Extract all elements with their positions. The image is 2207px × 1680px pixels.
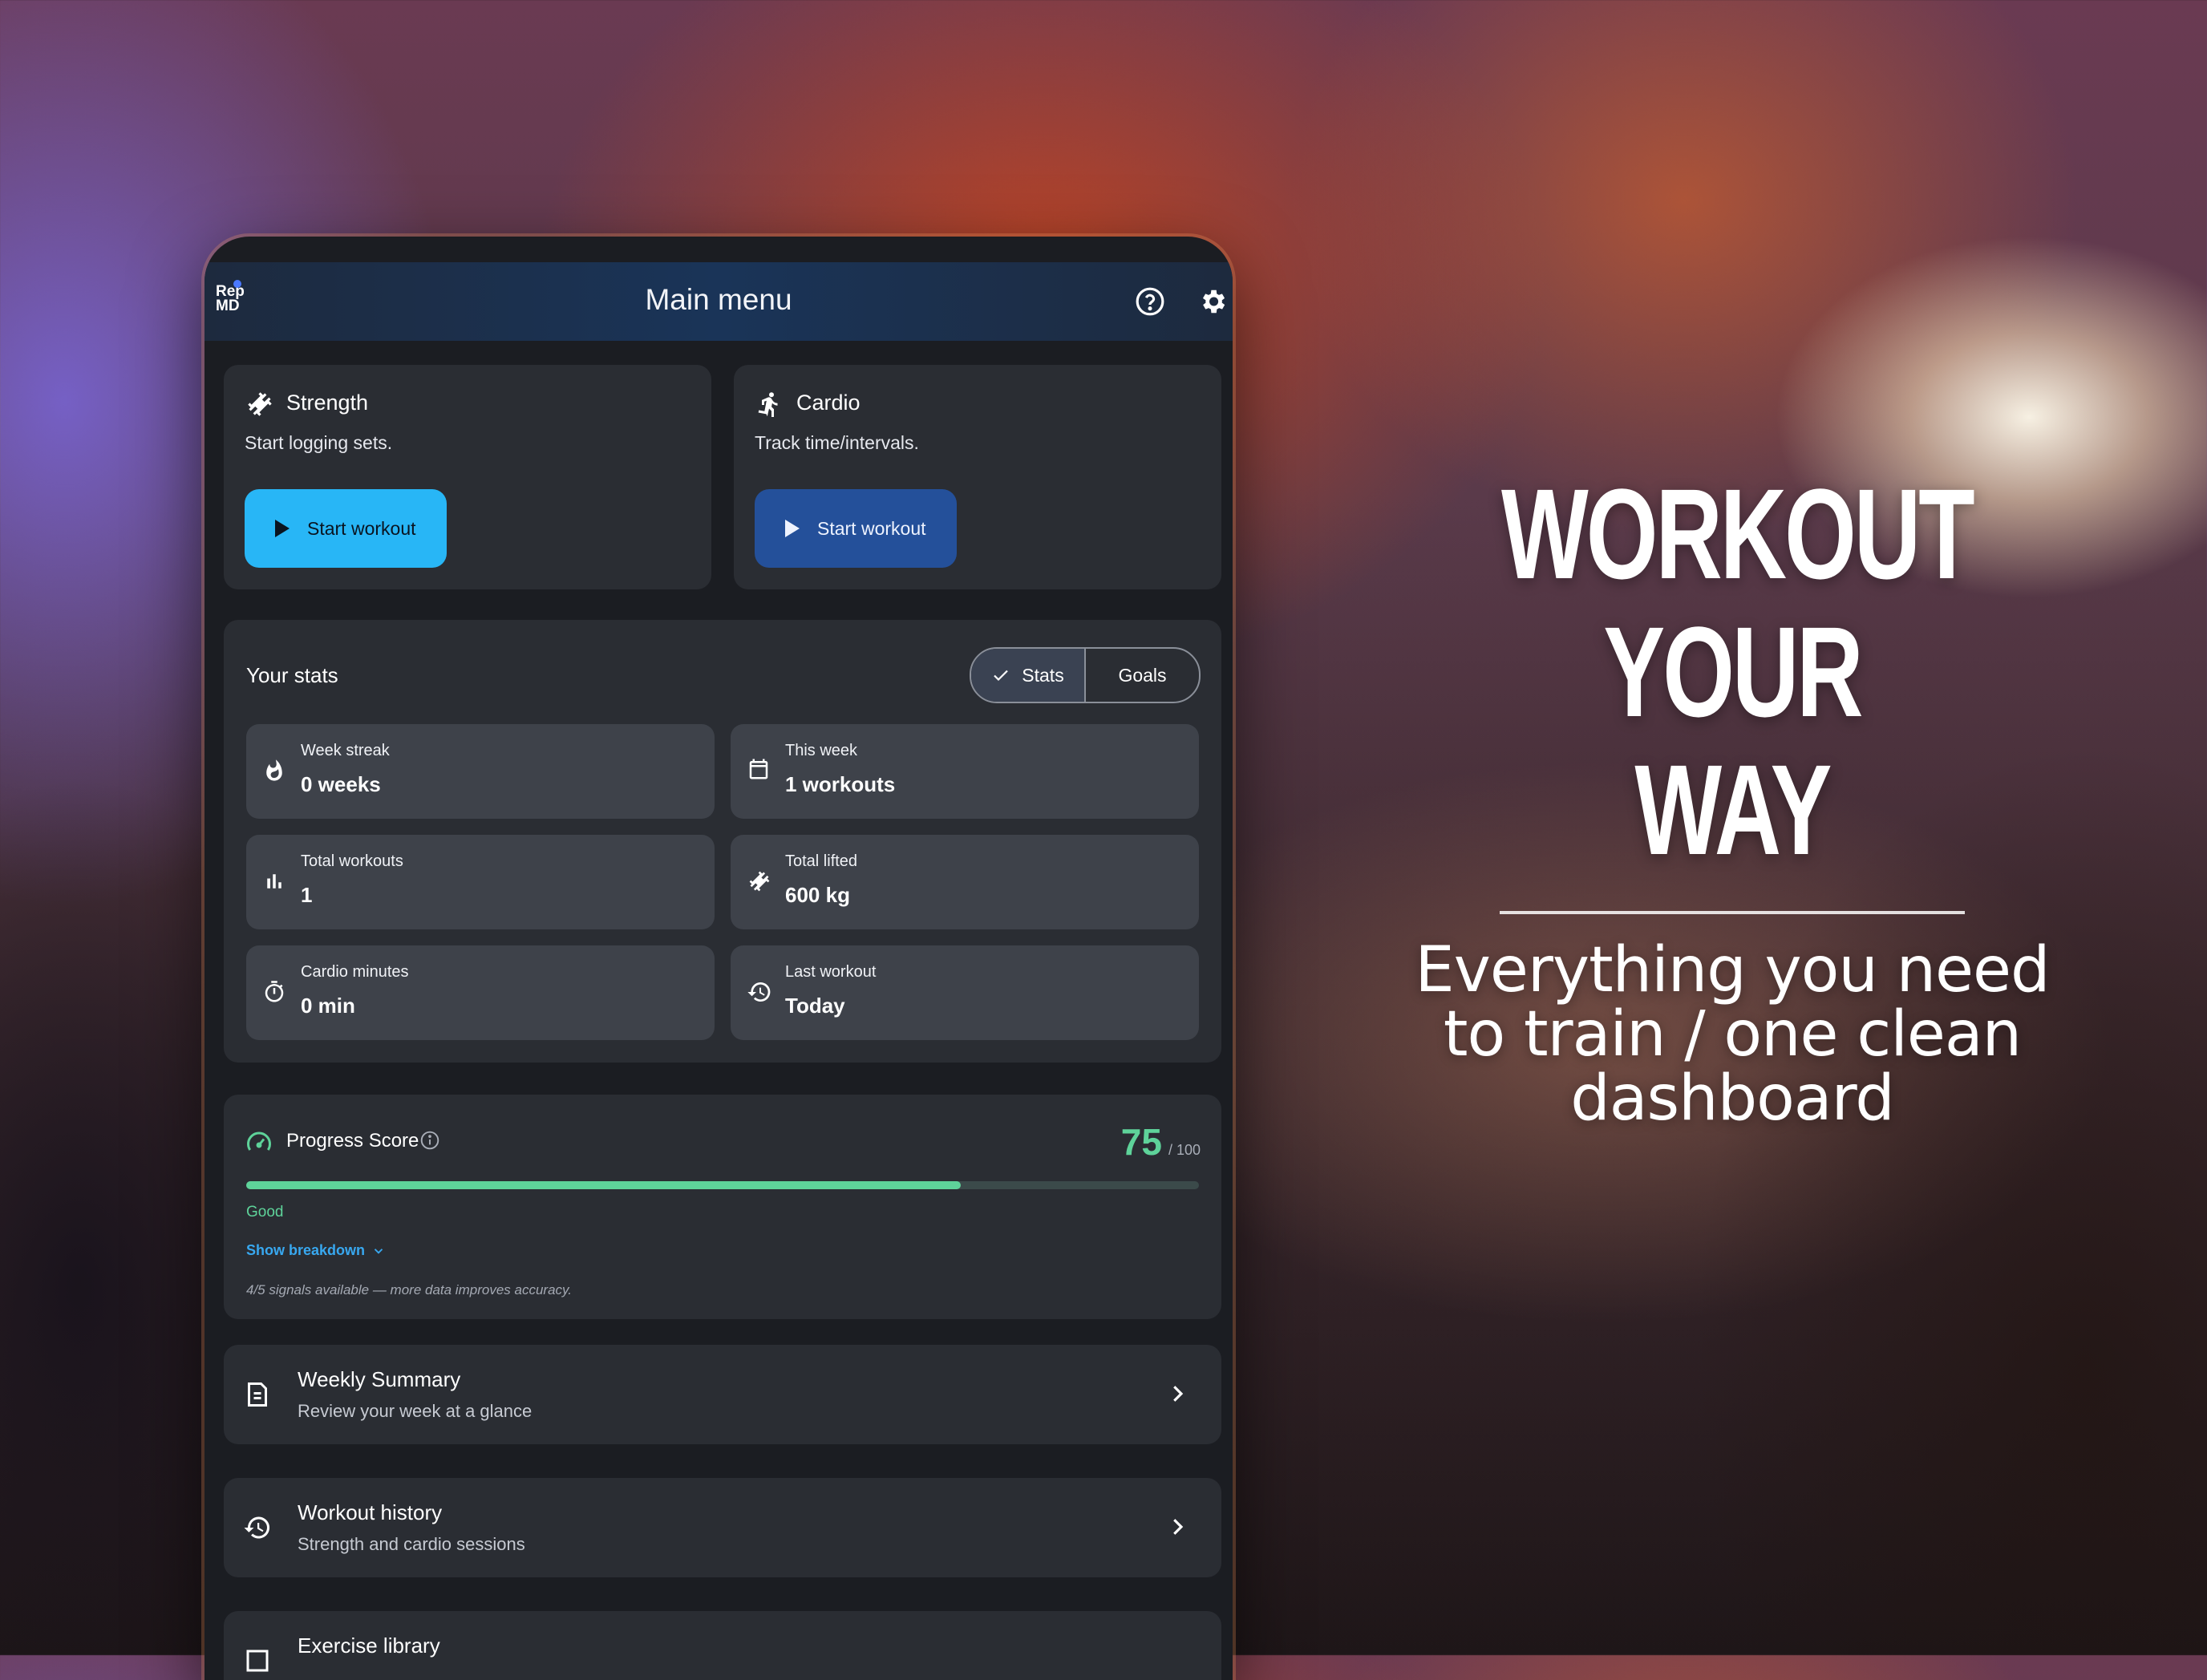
row-subtitle: Strength and cardio sessions bbox=[298, 1534, 525, 1554]
stats-goals-toggle: Stats Goals bbox=[970, 647, 1201, 703]
chevron-right-icon bbox=[1173, 1519, 1184, 1535]
summary-doc-icon bbox=[248, 1382, 267, 1407]
progress-bar-fill bbox=[246, 1181, 961, 1189]
help-circle-icon bbox=[1136, 287, 1164, 316]
stats-title: Your stats bbox=[246, 663, 338, 687]
bar-chart-icon bbox=[267, 874, 281, 889]
promo-divider bbox=[1500, 911, 1965, 914]
row-subtitle: Review your week at a glance bbox=[298, 1401, 533, 1421]
tile-label: Total lifted bbox=[785, 852, 858, 870]
tile-label: Total workouts bbox=[301, 852, 403, 870]
tile-value: 600 kg bbox=[785, 883, 850, 907]
show-breakdown-link[interactable]: Show breakdown bbox=[246, 1242, 386, 1259]
start-cardio-label: Start workout bbox=[817, 517, 926, 539]
check-icon bbox=[994, 670, 1009, 682]
stat-tile-total-lifted: Total lifted 600 kg bbox=[731, 835, 1199, 929]
workout-history-row[interactable]: Workout history Strength and cardio sess… bbox=[224, 1478, 1221, 1577]
score-value: 75 bbox=[1120, 1121, 1162, 1163]
score-max: / 100 bbox=[1168, 1142, 1201, 1158]
stat-tile-cardio-minutes: Cardio minutes 0 min bbox=[246, 945, 715, 1040]
cardio-desc: Track time/intervals. bbox=[755, 432, 919, 453]
stat-tile-week-streak: Week streak 0 weeks bbox=[246, 724, 715, 819]
chevron-right-icon bbox=[1173, 1386, 1184, 1402]
tile-value: 0 min bbox=[301, 994, 355, 1018]
speedometer-icon bbox=[247, 1131, 271, 1151]
dumbbell-icon bbox=[248, 392, 272, 416]
running-icon bbox=[758, 392, 778, 417]
stat-tile-this-week: This week 1 workouts bbox=[731, 724, 1199, 819]
gear-icon bbox=[1202, 289, 1225, 314]
tile-value: 1 workouts bbox=[785, 772, 896, 796]
tile-value: Today bbox=[785, 994, 845, 1018]
progress-title: Progress Score bbox=[286, 1130, 419, 1152]
row-title: Exercise library bbox=[298, 1633, 440, 1658]
weekly-summary-row[interactable]: Weekly Summary Review your week at a gla… bbox=[224, 1345, 1221, 1444]
tablet-frame: Rep MD Main menu Strength Start logging … bbox=[205, 237, 1233, 1680]
info-icon[interactable] bbox=[419, 1130, 440, 1151]
app-bar: Rep MD Main menu bbox=[205, 262, 1233, 341]
stats-card: Your stats Stats Goals Week streak 0 wee… bbox=[224, 620, 1221, 1063]
history-icon bbox=[747, 982, 771, 1002]
library-icon bbox=[246, 1650, 269, 1672]
calendar-icon bbox=[749, 759, 768, 779]
start-cardio-button[interactable]: Start workout bbox=[755, 489, 957, 568]
chevron-down-icon bbox=[374, 1248, 383, 1254]
tile-label: Cardio minutes bbox=[301, 963, 409, 981]
promo-subtitle-line1: Everything you need bbox=[1415, 934, 2050, 1006]
stat-tile-last-workout: Last workout Today bbox=[731, 945, 1199, 1040]
progress-score-card: Progress Score 75 / 100 Good Show breakd… bbox=[224, 1095, 1221, 1319]
strength-desc: Start logging sets. bbox=[245, 432, 393, 453]
play-icon bbox=[275, 520, 290, 537]
settings-button[interactable] bbox=[1191, 280, 1233, 323]
flame-icon bbox=[266, 759, 282, 781]
start-strength-button[interactable]: Start workout bbox=[245, 489, 447, 568]
promo-subtitle-line3: dashboard bbox=[1570, 1063, 1895, 1135]
help-button[interactable] bbox=[1128, 280, 1172, 323]
tile-value: 0 weeks bbox=[301, 772, 381, 796]
play-icon bbox=[785, 520, 800, 537]
cardio-title: Cardio bbox=[796, 391, 861, 415]
row-title: Workout history bbox=[298, 1500, 443, 1524]
tile-value: 1 bbox=[301, 883, 313, 907]
strength-card: Strength Start logging sets. Start worko… bbox=[224, 365, 711, 589]
toggle-goals[interactable]: Goals bbox=[1086, 649, 1199, 702]
cardio-card: Cardio Track time/intervals. Start worko… bbox=[734, 365, 1221, 589]
tile-label: This week bbox=[785, 742, 858, 759]
progress-note: 4/5 signals available — more data improv… bbox=[246, 1282, 572, 1297]
dumbbell-icon bbox=[749, 871, 770, 892]
progress-score: 75 / 100 bbox=[1121, 1120, 1201, 1164]
toggle-goals-label: Goals bbox=[1118, 664, 1167, 686]
tile-label: Week streak bbox=[301, 742, 390, 759]
show-breakdown-label: Show breakdown bbox=[246, 1242, 366, 1258]
progress-bar bbox=[246, 1181, 1199, 1189]
exercise-library-row[interactable]: Exercise library bbox=[224, 1611, 1221, 1680]
start-strength-label: Start workout bbox=[307, 517, 416, 539]
strength-title: Strength bbox=[286, 391, 369, 415]
tile-label: Last workout bbox=[785, 963, 877, 981]
promo-subtitle-line2: to train / one clean bbox=[1443, 998, 2022, 1071]
promo-headline: WORKOUT YOUR WAY Everything you need to … bbox=[1411, 465, 2053, 1131]
progress-status: Good bbox=[246, 1204, 284, 1221]
page-title: Main menu bbox=[645, 283, 792, 316]
toggle-stats[interactable]: Stats bbox=[971, 649, 1086, 702]
toggle-stats-label: Stats bbox=[1022, 664, 1064, 686]
timer-icon bbox=[265, 981, 284, 1002]
stat-tile-total-workouts: Total workouts 1 bbox=[246, 835, 715, 929]
promo-title-line1: WORKOUT bbox=[1501, 462, 1975, 605]
history-icon bbox=[244, 1516, 270, 1539]
row-title: Weekly Summary bbox=[298, 1367, 461, 1391]
promo-title-line2: YOUR WAY bbox=[1603, 600, 1863, 881]
